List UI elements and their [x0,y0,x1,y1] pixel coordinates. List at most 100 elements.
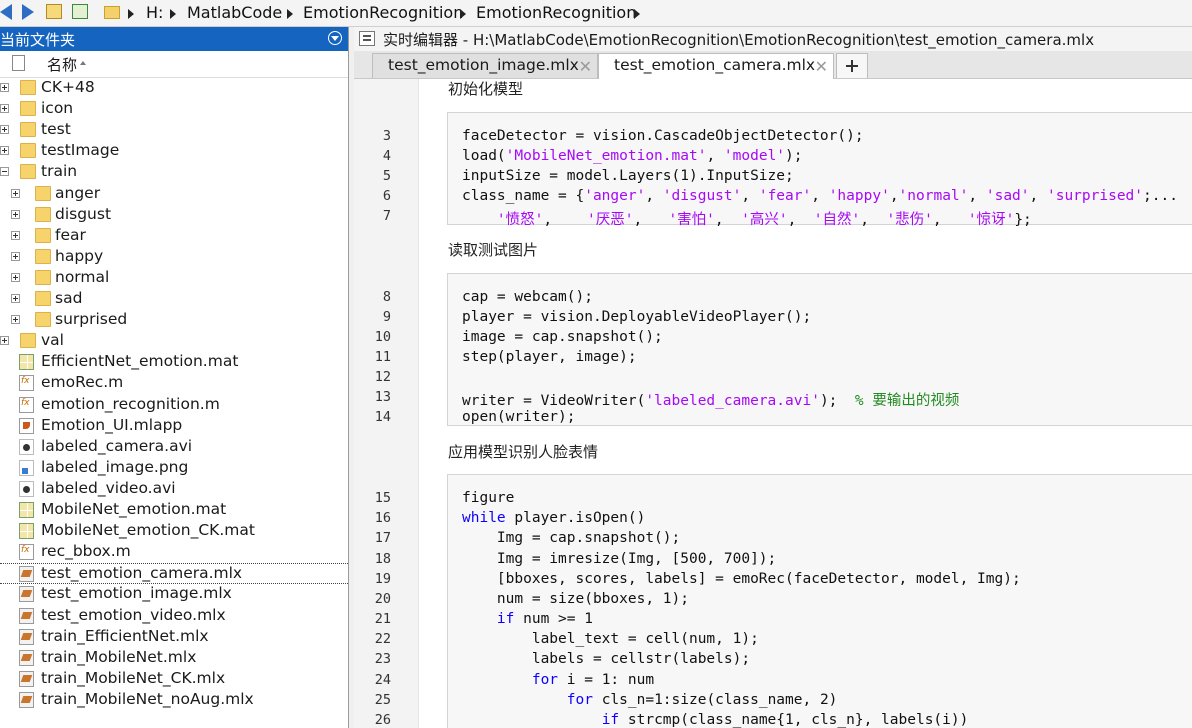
png-file-icon [19,459,34,476]
expand-icon[interactable] [11,209,20,219]
code-line[interactable]: inputSize = model.Layers(1).InputSize; [462,168,794,184]
file-item[interactable]: labeled_image.png [0,458,348,479]
code-line[interactable]: num = size(bboxes, 1); [462,591,689,607]
live-editor-icon [359,31,375,46]
file-item[interactable]: MobileNet_emotion_CK.mat [0,521,348,542]
code-line[interactable]: label_text = cell(num, 1); [462,631,759,647]
file-item[interactable]: labeled_camera.avi [0,437,348,458]
file-item[interactable]: test_emotion_video.mlx [0,606,348,627]
panel-menu-icon[interactable] [328,31,342,45]
expand-icon[interactable] [11,294,20,303]
folder-item[interactable]: test [0,120,348,141]
file-item[interactable]: MobileNet_emotion.mat [0,500,348,521]
file-item[interactable]: emotion_recognition.m [0,395,348,416]
code-line[interactable]: '愤怒', '厌恶', '害怕', '高兴', '自然', '悲伤', '惊讶'… [462,208,1032,229]
folder-item[interactable]: testImage [0,141,348,162]
file-item[interactable]: labeled_video.avi [0,479,348,500]
code-line[interactable]: Img = cap.snapshot(); [462,530,680,546]
code-line[interactable]: for i = 1: num [462,672,654,688]
file-item[interactable]: train_EfficientNet.mlx [0,627,348,648]
mlx-file-icon [19,566,34,583]
code-line[interactable]: step(player, image); [462,349,637,365]
line-number: 14 [374,409,391,425]
expand-icon[interactable] [0,104,9,114]
item-label: sad [55,289,83,307]
breadcrumb-item[interactable]: EmotionRecognition [476,3,636,22]
code-line[interactable]: while player.isOpen() [462,510,645,526]
expand-icon[interactable] [0,336,9,346]
code-line[interactable]: cap = webcam(); [462,289,593,305]
code-line[interactable]: writer = VideoWriter('labeled_camera.avi… [462,389,959,410]
file-item[interactable]: EfficientNet_emotion.mat [0,352,348,373]
code-line[interactable]: if strcmp(class_name{1, cls_n}, labels(i… [462,712,969,728]
section-heading-text[interactable]: 读取测试图片 [448,239,538,260]
section-heading-text[interactable]: 初始化模型 [448,79,523,99]
string-token: 'happy' [828,188,890,204]
code-line[interactable]: faceDetector = vision.CascadeObjectDetec… [462,128,864,144]
expand-icon[interactable] [11,272,20,282]
name-column-header[interactable]: 名称 [47,54,77,75]
folder-item[interactable]: anger [0,184,348,205]
section-heading-text[interactable]: 应用模型识别人脸表情 [448,441,598,462]
breadcrumb-separator-icon [287,9,293,19]
code-line[interactable]: open(writer); [462,409,576,425]
back-arrow-icon[interactable] [0,4,12,20]
expand-icon[interactable] [11,230,20,240]
new-tab-button[interactable] [836,53,868,78]
expand-icon[interactable] [11,315,20,325]
code-line[interactable]: player = vision.DeployableVideoPlayer(); [462,309,811,325]
code-line[interactable]: if num >= 1 [462,611,593,627]
folder-item[interactable]: disgust [0,205,348,226]
code-line[interactable]: figure [462,490,514,506]
folder-item[interactable]: happy [0,247,348,268]
expand-icon[interactable] [0,83,9,92]
string-token: '自然' [813,212,861,228]
file-item[interactable]: Emotion_UI.mlapp [0,416,348,437]
code-token: open(writer); [462,409,576,425]
collapse-icon[interactable] [0,167,9,177]
expand-icon[interactable] [11,188,20,198]
comment-token: % 要输出的视频 [854,393,960,409]
expand-icon[interactable] [0,146,9,156]
string-token: 'surprised' [1046,188,1144,204]
folder-item[interactable]: surprised [0,310,348,331]
tab-test-emotion-image[interactable]: test_emotion_image.mlx ✕ [372,53,598,78]
expand-icon[interactable] [11,251,20,261]
code-line[interactable]: load('MobileNet_emotion.mat', 'model'); [462,148,803,164]
folder-icon [35,269,51,285]
folder-item[interactable]: sad [0,289,348,310]
code-line[interactable]: [bboxes, scores, labels] = emoRec(faceDe… [462,571,1021,587]
folder-item[interactable]: CK+48 [0,78,348,99]
folder-item[interactable]: train [0,162,348,183]
forward-arrow-icon[interactable] [22,4,34,20]
keyword-token: for [531,672,559,688]
expand-icon[interactable] [0,125,9,135]
file-item[interactable]: train_MobileNet_noAug.mlx [0,690,348,711]
folder-item[interactable]: fear [0,226,348,247]
code-line[interactable]: labels = cellstr(labels); [462,651,750,667]
file-item[interactable]: test_emotion_camera.mlx [0,563,348,585]
file-item[interactable]: emoRec.m [0,373,348,394]
file-item[interactable]: rec_bbox.m [0,542,348,563]
live-script-content[interactable]: 3 4 5 6 7 8 9 10 11 12 13 14 15 16 17 18 19 20 21 22 23 24 25 2… [354,79,1192,728]
code-line[interactable]: class_name = {'anger', 'disgust', 'fear'… [462,188,1178,204]
browse-folder-icon[interactable] [72,4,88,19]
code-line[interactable]: Img = imresize(Img, [500, 700]); [462,551,776,567]
code-line[interactable]: for cls_n=1:size(class_name, 2) [462,692,838,708]
file-item[interactable]: train_MobileNet.mlx [0,648,348,669]
file-item[interactable]: train_MobileNet_CK.mlx [0,669,348,690]
breadcrumb-separator-icon[interactable] [634,9,640,19]
close-icon[interactable]: ✕ [579,57,592,76]
code-line[interactable]: image = cap.snapshot(); [462,329,663,345]
folder-item[interactable]: icon [0,99,348,120]
breadcrumb-item[interactable]: H: [146,3,163,22]
folder-item[interactable]: val [0,331,348,352]
breadcrumb-item[interactable]: EmotionRecognition [303,3,463,22]
up-folder-icon[interactable] [46,4,62,19]
file-item[interactable]: test_emotion_image.mlx [0,584,348,605]
close-icon[interactable]: ✕ [815,57,828,76]
folder-icon [20,122,36,138]
tab-test-emotion-camera[interactable]: test_emotion_camera.mlx ✕ [598,53,834,79]
breadcrumb-item[interactable]: MatlabCode [187,3,282,22]
folder-item[interactable]: normal [0,268,348,289]
